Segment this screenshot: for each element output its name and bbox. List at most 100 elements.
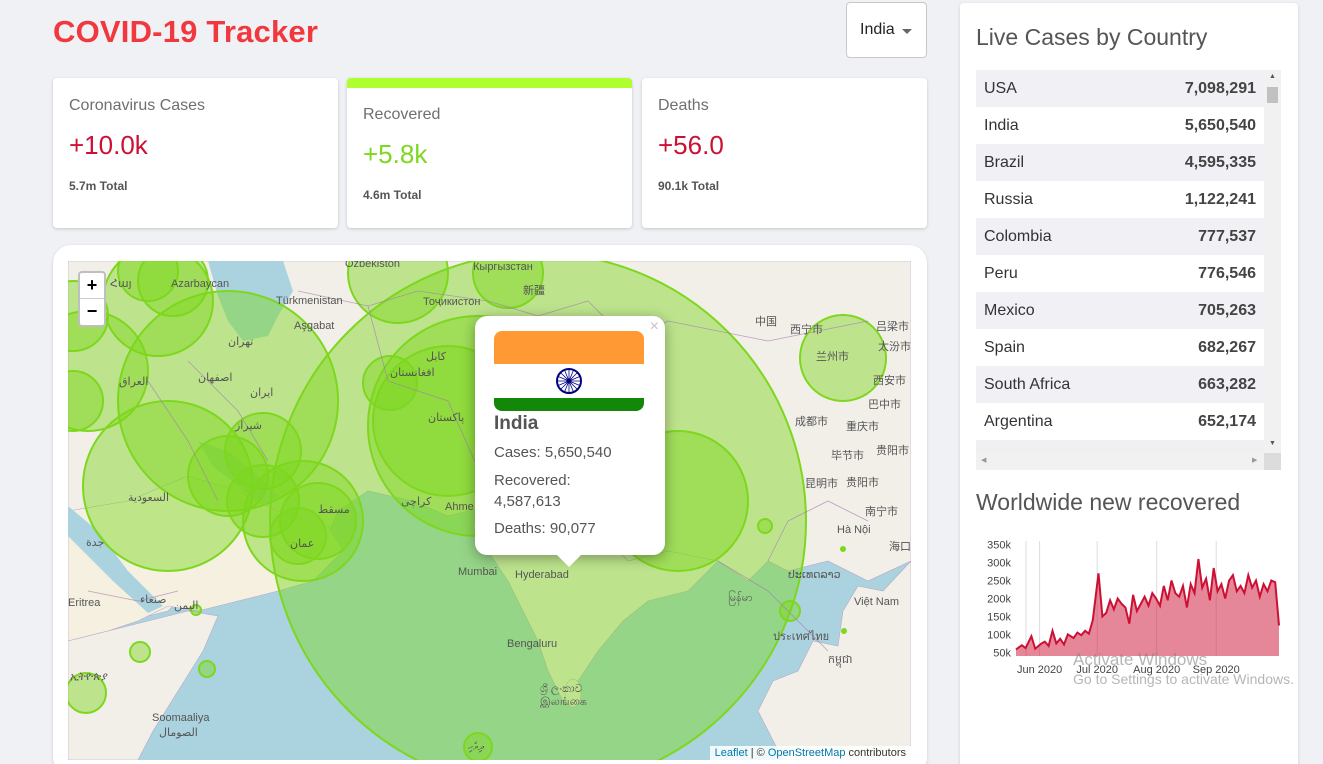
table-row: USA 7,098,291: [976, 70, 1264, 107]
osm-link[interactable]: OpenStreetMap: [768, 747, 846, 759]
live-cases-title: Live Cases by Country: [976, 24, 1208, 50]
map-label-oman: عمان: [290, 538, 315, 550]
map-label-eritrea: Eritrea: [68, 597, 101, 609]
map-label-maldives: ދިވެހި: [468, 741, 484, 753]
map-label-pakistan: پاکستان: [428, 412, 465, 424]
country-dropdown[interactable]: India: [846, 2, 927, 58]
table-row: Brazil 4,595,335: [976, 144, 1264, 181]
map[interactable]: Հայ Azarbaycan Ozbekiston Кыргызстан Tür…: [68, 261, 911, 760]
map-label-armenia: Հայ: [110, 278, 132, 290]
row-country: Russia: [984, 190, 1033, 208]
map-label-kunming: 昆明市: [805, 478, 838, 490]
os-activation-watermark: Activate Windows Go to Settings to activ…: [1073, 650, 1294, 687]
recovered-value: +5.8k: [363, 139, 428, 169]
map-label-azarbaycan: Azarbaycan: [171, 278, 230, 290]
row-cases: 682,267: [1198, 338, 1256, 356]
row-cases: 652,174: [1198, 412, 1256, 430]
map-label-ashgabat: Aşgabat: [294, 320, 335, 332]
map-label-somalia-ar: الصومال: [159, 727, 198, 739]
map-label-isfahan: اصفهان: [198, 372, 233, 384]
deaths-label: Deaths: [658, 97, 709, 114]
row-country: Brazil: [984, 153, 1025, 171]
table-row: Russia 1,122,241: [976, 181, 1264, 218]
map-label-xinjiang: 新疆: [523, 285, 545, 297]
row-country: South Africa: [984, 375, 1071, 393]
map-label-xian: 西安市: [873, 375, 906, 387]
attribution-sep: | ©: [747, 747, 768, 759]
map-label-bazhong: 巴中市: [868, 399, 901, 411]
map-label-muscat: مسقط: [318, 504, 350, 516]
cases-card[interactable]: Coronavirus Cases +10.0k 5.7m Total: [53, 78, 338, 228]
map-label-srilanka: ශ්‍රී ලංකාව: [540, 683, 583, 695]
cases-value: +10.0k: [69, 130, 148, 160]
y-tick-label: 300k: [987, 558, 1011, 570]
map-label-nanning: 南宁市: [865, 506, 898, 518]
caret-down-icon: [902, 29, 912, 34]
popup-close-button[interactable]: ×: [650, 318, 659, 336]
table-row: Colombia 777,537: [976, 218, 1264, 255]
map-label-cambodia: កម្ពុជា: [828, 654, 853, 666]
y-tick-label: 150k: [987, 611, 1011, 623]
map-label-ahmedabad: Ahme: [445, 501, 474, 513]
map-label-china: 中国: [755, 316, 777, 328]
row-country: Argentina: [984, 412, 1053, 430]
scroll-thumb[interactable]: [1267, 87, 1278, 103]
row-country: USA: [984, 79, 1017, 97]
map-label-tehran: تهران: [228, 336, 254, 348]
recovered-card[interactable]: Recovered +5.8k 4.6m Total: [347, 78, 632, 228]
deaths-value: +56.0: [658, 130, 724, 160]
map-label-yemen: اليمن: [174, 600, 199, 612]
table-row: India 5,650,540: [976, 107, 1264, 144]
live-cases-table[interactable]: USA 7,098,291 India 5,650,540 Brazil 4,595,33…: [976, 70, 1281, 470]
cases-total: 5.7m Total: [69, 179, 128, 193]
scroll-left-icon[interactable]: ◀: [981, 456, 986, 464]
map-label-guiyang: 贵阳市: [876, 445, 909, 457]
deaths-card[interactable]: Deaths +56.0 90.1k Total: [642, 78, 927, 228]
y-tick-label: 350k: [987, 540, 1011, 552]
map-label-taiyuan: 太汾市: [878, 341, 911, 353]
map-label-tajik: Тоҷикистон: [423, 296, 481, 308]
row-cases: 777,537: [1198, 227, 1256, 245]
zoom-out-button[interactable]: −: [80, 299, 104, 325]
map-label-jeddah: جدة: [86, 537, 105, 549]
y-tick-label: 50k: [993, 647, 1011, 659]
map-label-shiraz: شیراز: [235, 420, 262, 432]
zoom-in-button[interactable]: +: [80, 273, 104, 299]
table-row: Argentina 652,174: [976, 403, 1264, 440]
map-label-bijie: 毕节市: [831, 450, 864, 462]
row-country: Spain: [984, 338, 1025, 356]
cases-label: Coronavirus Cases: [69, 97, 206, 114]
row-country: India: [984, 116, 1019, 134]
table-row: Mexico 705,263: [976, 292, 1264, 329]
map-label-guiyang2: 贵阳市: [846, 477, 879, 489]
popup-country-name: India: [494, 413, 539, 434]
map-label-haiphong: 海口: [889, 541, 911, 553]
row-cases: 7,098,291: [1184, 79, 1256, 97]
map-label-saudi: السعودية: [128, 492, 170, 504]
x-tick-label: Jun 2020: [1017, 664, 1062, 676]
popup-deaths: Deaths: 90,077: [494, 520, 596, 537]
row-cases: 776,546: [1198, 264, 1256, 282]
recovered-total: 4.6m Total: [363, 188, 422, 202]
map-label-srilanka2: இலங்கை: [540, 696, 587, 708]
country-dropdown-value: India: [860, 21, 895, 38]
map-label-lvliang: 吕梁市: [876, 321, 909, 333]
row-cases: 705,263: [1198, 301, 1256, 319]
watermark-line2: Go to Settings to activate Windows.: [1073, 671, 1294, 687]
y-tick-label: 200k: [987, 594, 1011, 606]
map-attribution: Leaflet | © OpenStreetMap contributors: [709, 746, 911, 760]
map-card: Հայ Azarbaycan Ozbekiston Кыргызстан Tür…: [53, 245, 927, 764]
map-label-myanmar: မြန်မာ: [728, 592, 753, 604]
scroll-right-icon[interactable]: ▶: [1252, 456, 1257, 464]
table-horizontal-scrollbar[interactable]: ◀ ▶: [976, 453, 1264, 470]
map-label-turkmenistan: Türkmenistan: [276, 295, 343, 307]
map-label-kabul: کابل: [426, 351, 446, 363]
table-vertical-scrollbar[interactable]: ▲ ▼: [1264, 70, 1281, 453]
popup-recovered-value: 4,587,613: [494, 493, 561, 510]
scroll-up-icon[interactable]: ▲: [1269, 73, 1276, 80]
scroll-down-icon[interactable]: ▼: [1269, 440, 1276, 447]
leaflet-link[interactable]: Leaflet: [715, 747, 748, 759]
row-cases: 1,122,241: [1184, 190, 1256, 208]
watermark-line1: Activate Windows: [1073, 650, 1208, 669]
map-label-sanaa: صنعاء: [140, 594, 167, 606]
